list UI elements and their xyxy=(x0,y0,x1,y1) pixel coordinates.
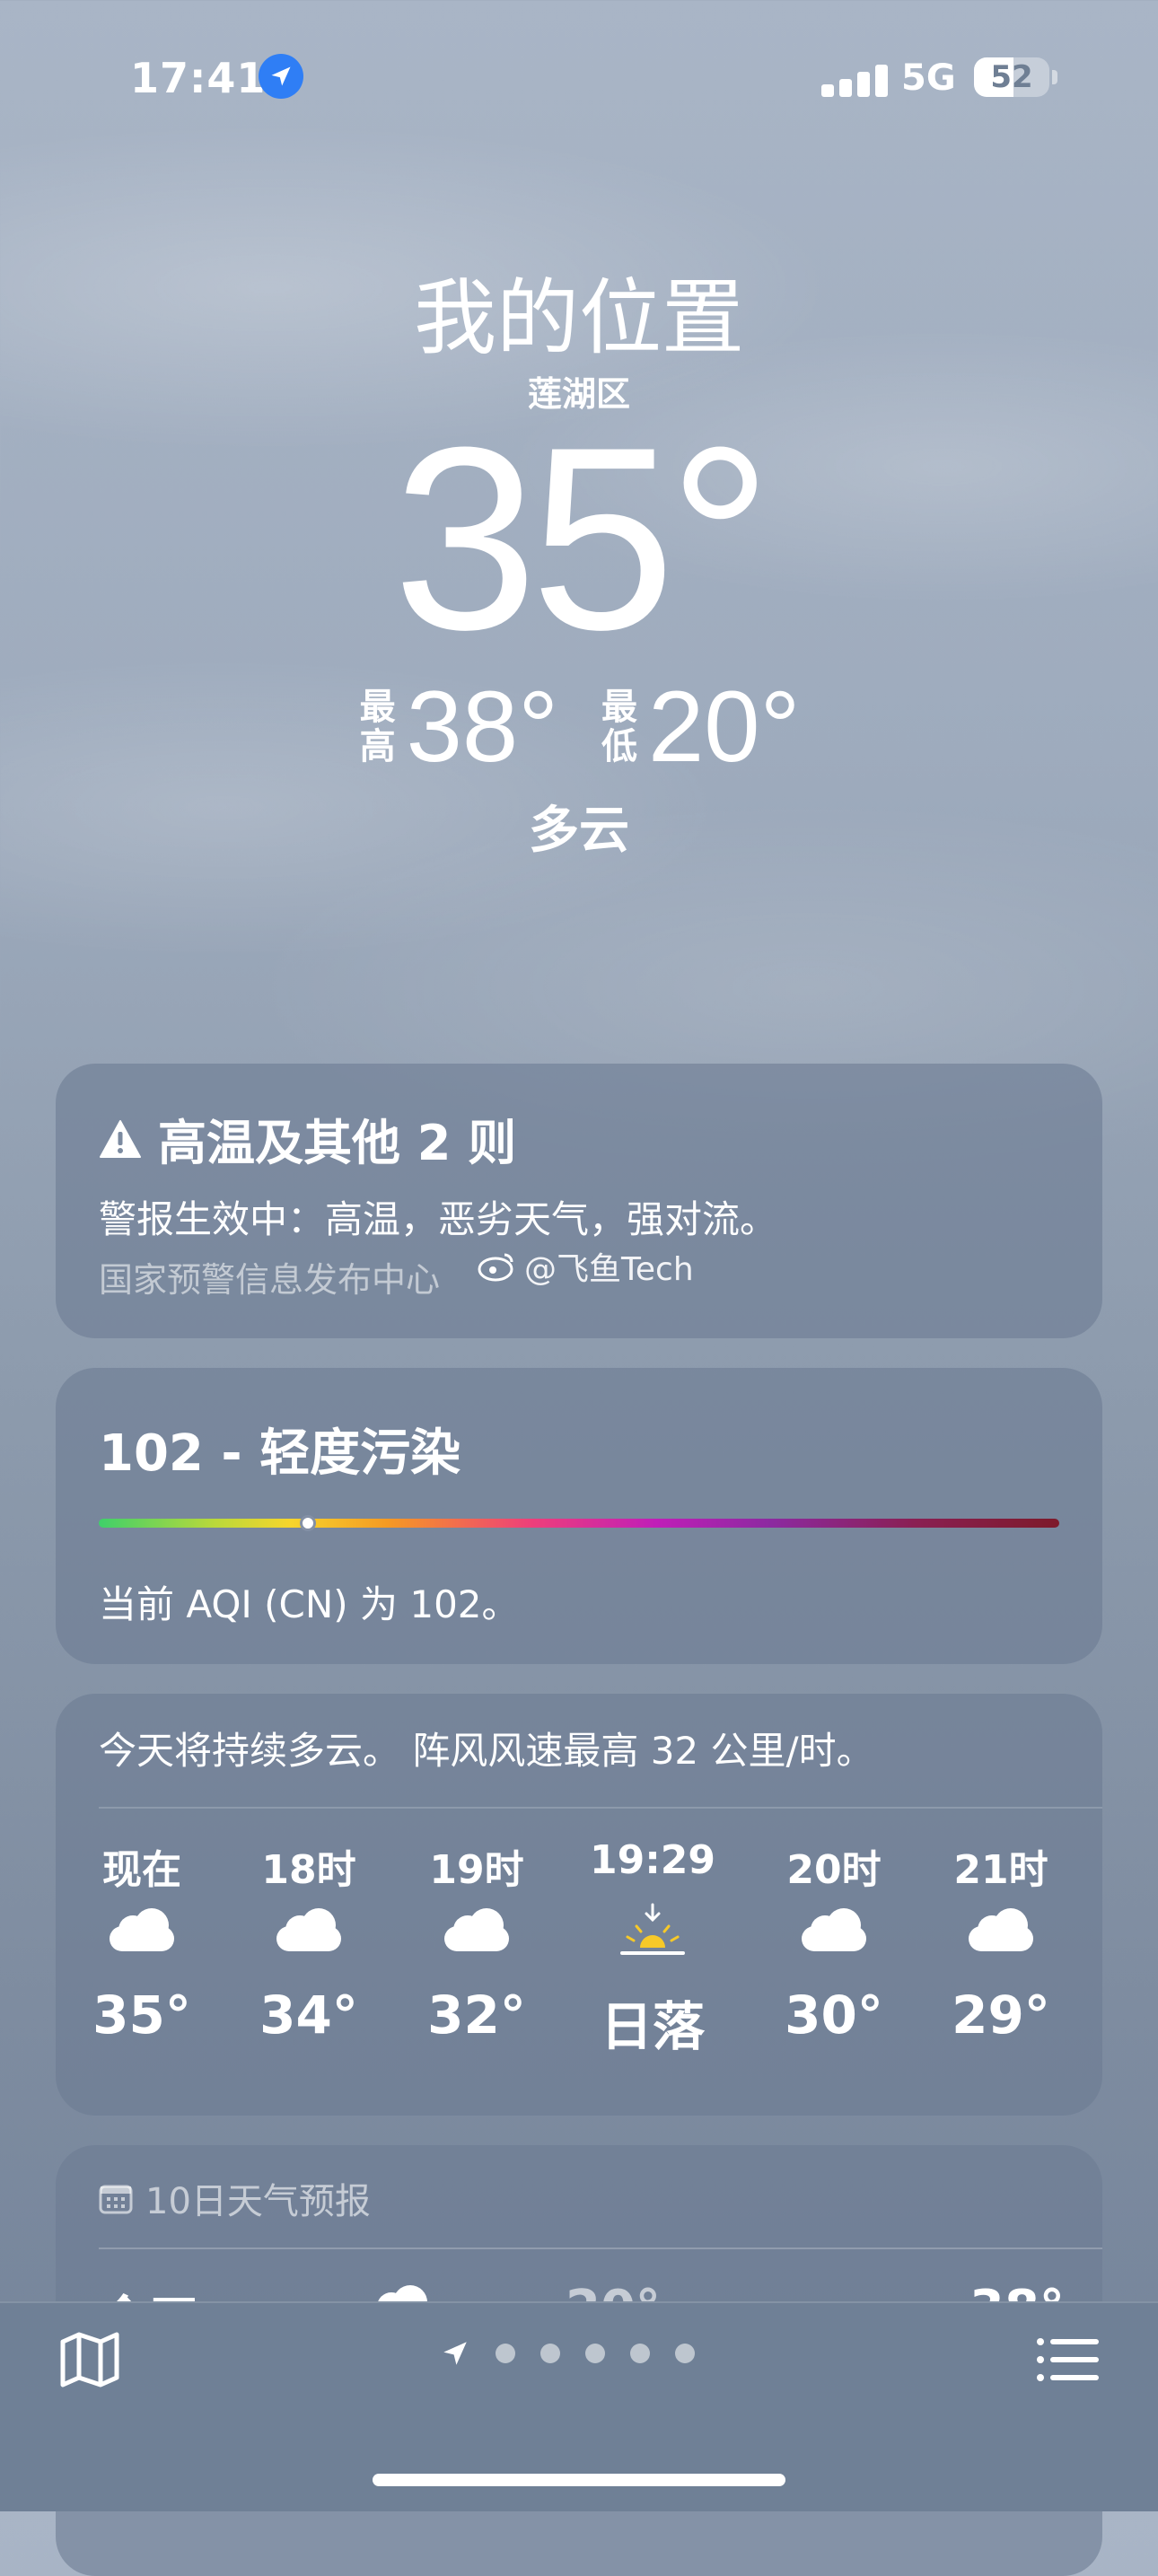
location-title: 我的位置 xyxy=(413,270,744,366)
hourly-summary: 今天将持续多云。 阵风风速最高 32 公里/时。 xyxy=(99,1729,874,1773)
cloud-icon xyxy=(276,1908,341,1951)
page-dot[interactable] xyxy=(496,2344,515,2363)
hourly-temp: 34° xyxy=(259,1985,358,2046)
aqi-marker xyxy=(300,1515,316,1531)
hourly-item: 20时 30° xyxy=(758,1837,910,2046)
warning-icon xyxy=(100,1119,141,1158)
location-arrow-icon[interactable] xyxy=(440,2338,470,2369)
battery-tip xyxy=(1052,70,1057,84)
page-dot[interactable] xyxy=(585,2344,605,2363)
hourly-temp: 30° xyxy=(785,1985,883,2046)
low-label: 最 低 xyxy=(601,686,637,767)
low-temperature: 20° xyxy=(648,670,801,783)
watermark: @飞鱼Tech xyxy=(478,1243,694,1290)
location-arrow-icon xyxy=(259,54,303,99)
hourly-forecast-card[interactable]: 今天将持续多云。 阵风风速最高 32 公里/时。 现在 35° 18时 34° … xyxy=(56,1694,1102,2116)
high-group: 最 高 38° xyxy=(358,669,558,784)
hourly-item: 18时 34° xyxy=(232,1837,385,2046)
hourly-item: 现在 35° xyxy=(66,1837,218,2046)
weibo-icon xyxy=(478,1253,513,1282)
hourly-time: 现在 xyxy=(102,1847,181,1893)
alert-title-text: 高温及其他 2 则 xyxy=(158,1115,517,1171)
hourly-item: 19时 32° xyxy=(400,1837,553,2046)
hourly-time: 19时 xyxy=(429,1847,524,1893)
page-dot[interactable] xyxy=(540,2344,560,2363)
cloud-icon xyxy=(444,1908,509,1951)
hourly-time: 20时 xyxy=(786,1847,882,1893)
home-indicator[interactable] xyxy=(373,2474,785,2486)
battery-level: 52 xyxy=(990,59,1033,95)
alert-title: 高温及其他 2 则 xyxy=(99,1103,516,1174)
hourly-temp: 35° xyxy=(92,1985,191,2046)
cellular-signal-icon xyxy=(821,61,902,97)
hourly-temp: 32° xyxy=(427,1985,526,2046)
sunset-icon xyxy=(620,1903,685,1955)
cloud-icon xyxy=(969,1908,1033,1951)
watermark-text: @飞鱼Tech xyxy=(524,1251,694,1288)
hourly-time: 19:29 xyxy=(589,1837,716,1883)
high-temperature: 38° xyxy=(406,670,558,783)
aqi-title: 102 - 轻度污染 xyxy=(99,1424,461,1483)
alert-body: 警报生效中：高温，恶劣天气，强对流。 xyxy=(99,1197,778,1241)
cloud-icon xyxy=(110,1908,174,1951)
status-time: 17:41 xyxy=(130,54,267,102)
hourly-time: 18时 xyxy=(261,1847,356,1893)
hourly-item: 21时 29° xyxy=(925,1837,1077,2046)
hourly-temp: 29° xyxy=(952,1985,1050,2046)
alert-card[interactable]: 高温及其他 2 则 警报生效中：高温，恶劣天气，强对流。 国家预警信息发布中心 … xyxy=(56,1064,1102,1338)
aqi-card[interactable]: 102 - 轻度污染 当前 AQI (CN) 为 102。 xyxy=(56,1368,1102,1664)
battery-icon: 52 xyxy=(974,57,1049,97)
high-label: 最 高 xyxy=(359,686,396,767)
forecast-header-text: 10日天气预报 xyxy=(145,2181,371,2222)
low-group: 最 低 20° xyxy=(600,669,800,784)
sunset-label: 日落 xyxy=(600,1996,705,2057)
calendar-icon xyxy=(99,2185,133,2214)
cloud-icon xyxy=(802,1908,866,1951)
network-type: 5G xyxy=(901,57,956,99)
weather-condition: 多云 xyxy=(529,802,629,860)
page-dot[interactable] xyxy=(675,2344,695,2363)
list-icon[interactable] xyxy=(1036,2336,1101,2383)
alert-source: 国家预警信息发布中心 xyxy=(99,1260,441,1300)
hourly-item: 19:29 日落 xyxy=(576,1837,729,2060)
map-icon[interactable] xyxy=(57,2327,122,2392)
aqi-description: 当前 AQI (CN) 为 102。 xyxy=(99,1582,520,1626)
divider xyxy=(99,2247,1102,2249)
page-indicator[interactable] xyxy=(440,2338,695,2369)
forecast-header: 10日天气预报 xyxy=(99,2172,371,2224)
hourly-time: 21时 xyxy=(953,1847,1048,1893)
divider xyxy=(99,1807,1102,1809)
current-temperature: 35° xyxy=(392,393,773,684)
aqi-scale-bar xyxy=(99,1519,1059,1528)
high-low-row: 最 高 38° 最 低 20° xyxy=(0,669,1158,784)
page-dot[interactable] xyxy=(630,2344,650,2363)
